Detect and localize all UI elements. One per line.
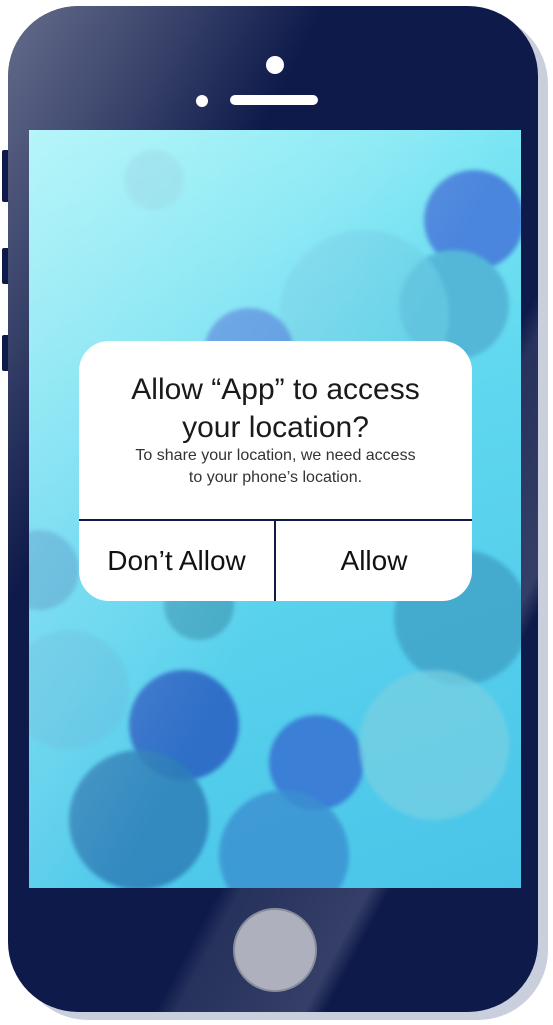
dialog-message: To share your location, we need access t…: [79, 445, 472, 489]
dialog-message-line: to your phone’s location.: [188, 469, 363, 486]
home-button[interactable]: [233, 908, 317, 992]
proximity-sensor-icon: [196, 95, 208, 107]
wallpaper-bubble: [359, 670, 509, 820]
dialog-title-line: your location?: [182, 411, 369, 444]
earpiece-speaker-icon: [230, 95, 318, 105]
dialog-title: Allow “App” to access your location?: [79, 371, 472, 447]
wallpaper-bubble: [29, 630, 129, 750]
front-camera-icon: [266, 56, 284, 74]
wallpaper-bubble: [69, 750, 209, 888]
dont-allow-button[interactable]: Don’t Allow: [79, 521, 274, 601]
location-permission-dialog: Allow “App” to access your location? To …: [79, 341, 472, 601]
dialog-title-line: Allow “App” to access: [131, 373, 420, 406]
allow-button[interactable]: Allow: [276, 521, 472, 601]
dialog-message-line: To share your location, we need access: [135, 447, 416, 464]
wallpaper-bubble: [29, 530, 79, 610]
wallpaper-bubble: [124, 150, 184, 210]
